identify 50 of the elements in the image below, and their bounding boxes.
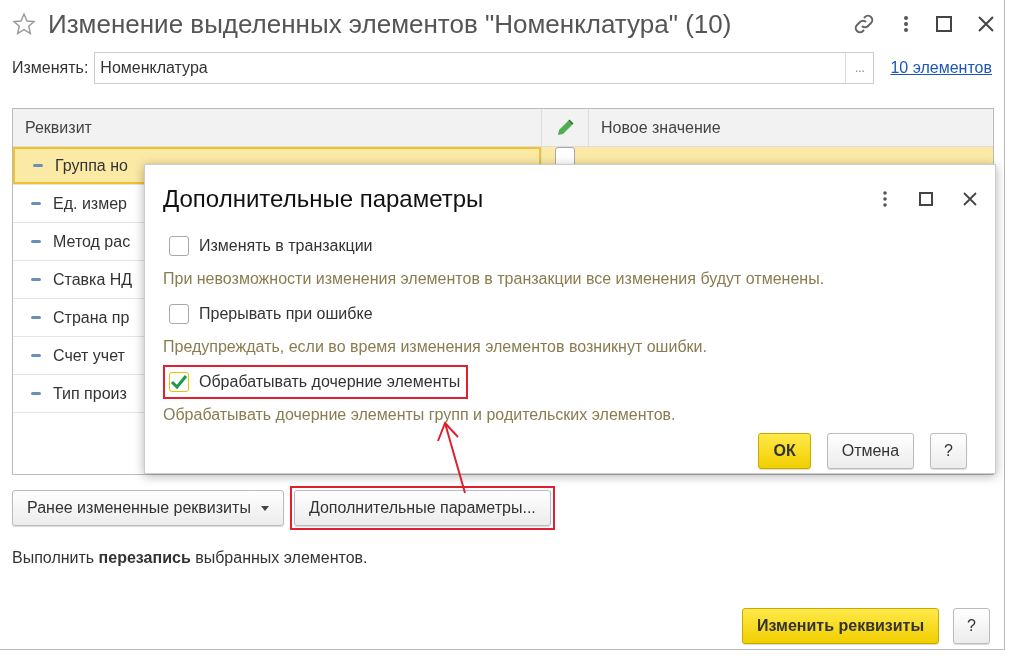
parameters-button[interactable]: Дополнительные параметры... [293,490,551,526]
hint-text: При невозможности изменения элементов в транзакции все изменения будут отменены. [163,269,826,289]
dash-icon [31,354,41,357]
more-icon[interactable] [881,190,889,208]
table-cell-text: Тип произ [53,383,127,404]
close-icon[interactable] [963,192,977,206]
maximize-icon[interactable] [936,16,952,32]
status-text: Выполнить перезапись выбранных элементов. [12,548,369,568]
checkbox[interactable] [169,236,189,256]
field-label: Изменять: [12,58,89,78]
checkbox-label[interactable]: Прерывать при ошибке [199,302,373,326]
maximize-icon[interactable] [919,192,933,206]
checkbox-label[interactable]: Обрабатывать дочерние элементы [199,370,461,394]
checkbox-label[interactable]: Изменять в транзакции [199,234,373,258]
table-cell-text: Ед. измер [53,193,127,214]
cancel-button[interactable]: Отмена [826,433,915,469]
hint-text: Обрабатывать дочерние элементы групп и родительских элементов. [163,405,677,425]
apply-button[interactable]: Изменить реквизиты [742,608,940,644]
ok-button[interactable]: ОК [758,433,811,469]
dash-icon [31,202,41,205]
input-field[interactable]: Номенклатура ... [94,52,875,84]
table-cell-text: Метод рас [53,231,131,252]
dash-icon [31,278,41,281]
column-header: Реквизит [24,117,93,138]
elements-link[interactable]: 10 элементов [890,56,992,80]
close-icon[interactable] [978,16,994,32]
caret-icon [260,506,269,512]
dropdown-button[interactable]: Ранее измененные реквизиты [12,490,284,526]
hint-text: Предупреждать, если во время изменения элементов возникнут ошибки. [163,337,708,357]
star-icon[interactable] [12,12,36,36]
help-button[interactable]: ? [930,433,967,469]
dash-icon [31,240,41,243]
dialog-title: Дополнительные параметры [163,184,485,214]
checkbox[interactable] [169,372,189,392]
window-title: Изменение выделенных элементов "Номенклатура" (10) [48,7,732,41]
table-cell-text: Страна пр [53,307,130,328]
checkbox[interactable] [555,147,575,167]
more-icon[interactable] [902,14,910,34]
pencil-icon [555,117,575,138]
dash-icon [31,316,41,319]
choose-button[interactable]: ... [845,53,874,83]
link-icon[interactable] [852,12,876,36]
dash-icon [31,392,41,395]
table-cell-text: Ставка НД [53,269,133,290]
checkbox[interactable] [169,304,189,324]
table-cell-text: Счет учет [53,345,125,366]
column-header: Новое значение [588,109,993,146]
help-button[interactable]: ? [953,608,990,644]
table-cell-text: Группа но [55,155,128,176]
dash-icon [33,164,43,167]
